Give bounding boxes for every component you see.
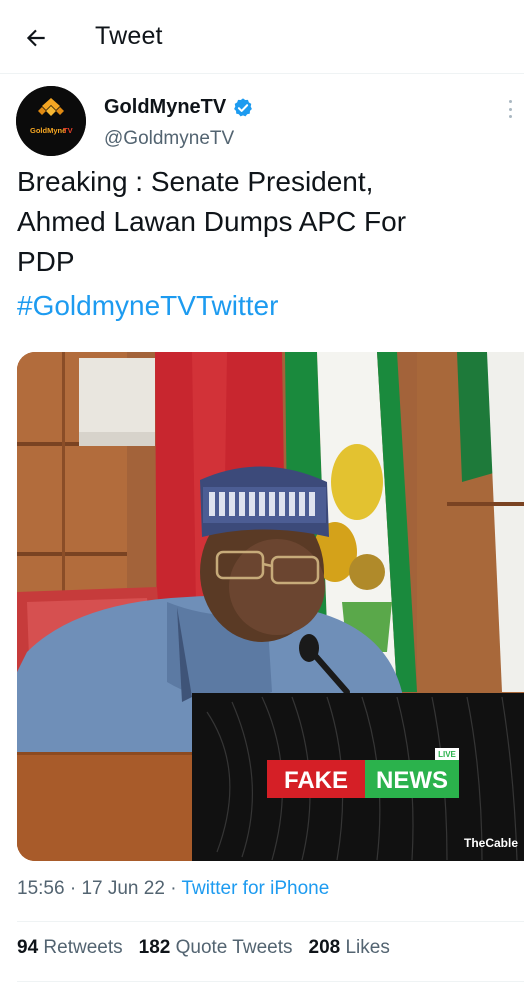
watermark-text: TheCable bbox=[464, 836, 518, 850]
quote-tweets-count: 182 bbox=[138, 937, 171, 958]
divider bbox=[17, 921, 524, 922]
tweet-text-line: PDP bbox=[17, 246, 75, 277]
tweet-time[interactable]: 15:56 bbox=[17, 878, 65, 899]
tweet-date[interactable]: 17 Jun 22 bbox=[81, 878, 164, 899]
svg-text:GoldMyne: GoldMyne bbox=[30, 126, 66, 135]
quote-tweets-label: Quote Tweets bbox=[175, 937, 293, 958]
verified-badge-icon bbox=[234, 97, 253, 116]
more-dot-icon bbox=[508, 100, 512, 103]
quote-tweets-stat[interactable]: 182 Quote Tweets bbox=[139, 937, 293, 959]
retweets-label: Retweets bbox=[43, 937, 123, 958]
retweets-count: 94 bbox=[17, 937, 39, 958]
back-button[interactable] bbox=[18, 20, 54, 56]
page-title: Tweet bbox=[95, 22, 163, 50]
divider bbox=[17, 981, 524, 982]
meta-separator: · bbox=[69, 878, 77, 899]
news-stamp-text: NEWS bbox=[376, 767, 448, 794]
tweet-text-line: Ahmed Lawan Dumps APC For bbox=[17, 206, 407, 237]
tweet-text-line: Breaking : Senate President, bbox=[17, 166, 374, 197]
top-bar: Tweet bbox=[0, 0, 524, 74]
likes-stat[interactable]: 208 Likes bbox=[309, 937, 390, 959]
more-options-button[interactable] bbox=[500, 96, 520, 122]
meta-separator: · bbox=[170, 878, 177, 899]
tweet-timestamp: 15:56 · 17 Jun 22 · Twitter for iPhone bbox=[17, 878, 329, 900]
hashtag-link[interactable]: #GoldmyneTVTwitter bbox=[17, 286, 278, 326]
goldmyne-logo-icon: GoldMyne TV bbox=[16, 86, 86, 156]
likes-count: 208 bbox=[308, 937, 341, 958]
engagement-stats: 94 Retweets 182 Quote Tweets 208 Likes bbox=[17, 937, 390, 959]
photo-illustration: LIVE FAKE NEWS TheCable bbox=[17, 352, 524, 861]
author-name[interactable]: GoldMyneTV bbox=[104, 96, 254, 119]
tweet-text: Breaking : Senate President, Ahmed Lawan… bbox=[17, 162, 512, 282]
more-dot-icon bbox=[508, 115, 512, 118]
more-dot-icon bbox=[508, 107, 512, 111]
author-handle[interactable]: @GoldmyneTV bbox=[104, 128, 234, 150]
author-name-text: GoldMyneTV bbox=[104, 96, 227, 118]
tweet-image[interactable]: LIVE FAKE NEWS TheCable bbox=[17, 352, 524, 861]
retweets-stat[interactable]: 94 Retweets bbox=[17, 937, 123, 959]
fake-stamp-text: FAKE bbox=[284, 767, 348, 794]
live-tag: LIVE bbox=[438, 750, 456, 759]
svg-text:TV: TV bbox=[63, 126, 73, 135]
avatar[interactable]: GoldMyne TV bbox=[16, 86, 86, 156]
tweet-source-link[interactable]: Twitter for iPhone bbox=[181, 878, 329, 899]
likes-label: Likes bbox=[345, 937, 390, 958]
arrow-left-icon bbox=[26, 29, 45, 47]
